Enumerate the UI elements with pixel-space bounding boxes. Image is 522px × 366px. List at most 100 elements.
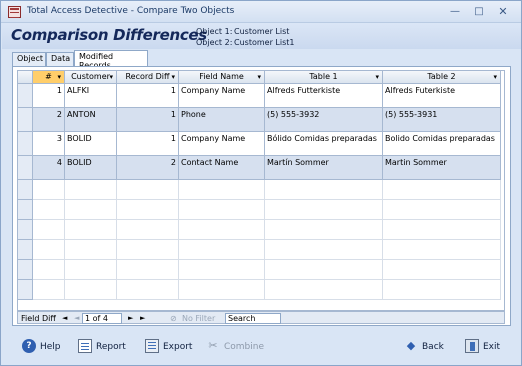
results-datasheet: # ▾ Customer ▾ Record Diff ▾ Field Name ▾ Ta…: [17, 70, 505, 311]
record-navigation-bar: Field Diff ◄ ◄ 1 of 4 ► ► ⊘ No Filter Se…: [17, 311, 505, 324]
combine-button-label: Combine: [224, 342, 265, 352]
table1-filter-arrow-icon[interactable]: ▾: [375, 71, 379, 83]
row-selector[interactable]: [18, 132, 33, 156]
empty-cell: [179, 280, 265, 300]
export-button[interactable]: Export: [145, 338, 193, 355]
cell-num[interactable]: 4: [33, 156, 65, 180]
column-header-num[interactable]: # ▾: [33, 71, 65, 84]
empty-row: [18, 200, 504, 220]
empty-cell: [33, 180, 65, 200]
close-button[interactable]: ✕: [495, 5, 511, 19]
back-arrow-icon: ◆: [406, 338, 416, 352]
maximize-button[interactable]: □: [471, 5, 487, 19]
empty-cell: [33, 260, 65, 280]
empty-cell: [383, 200, 501, 220]
cell-field-name[interactable]: Company Name: [179, 84, 265, 108]
row-selector[interactable]: [18, 84, 33, 108]
next-record-icon[interactable]: ►: [128, 313, 133, 324]
cell-num[interactable]: 2: [33, 108, 65, 132]
cell-table2[interactable]: (5) 555-3931: [383, 108, 501, 132]
cell-customer[interactable]: ANTON: [65, 108, 117, 132]
empty-cell: [179, 180, 265, 200]
cell-customer[interactable]: ALFKI: [65, 84, 117, 108]
empty-cell: [65, 240, 117, 260]
cell-field-name[interactable]: Contact Name: [179, 156, 265, 180]
search-input[interactable]: Search: [225, 313, 281, 324]
object2-value: Customer List1: [234, 38, 295, 47]
help-button[interactable]: ? Help: [22, 338, 61, 355]
cell-table1[interactable]: Martín Sommer: [265, 156, 383, 180]
empty-cell: [383, 180, 501, 200]
object1-value: Customer List: [234, 27, 290, 36]
empty-cell: [179, 220, 265, 240]
empty-row: [18, 260, 504, 280]
back-button[interactable]: ◆ Back: [404, 339, 444, 355]
tab-object[interactable]: Object: [12, 52, 46, 66]
column-header-field-name[interactable]: Field Name ▾: [179, 71, 265, 84]
combine-button[interactable]: ✂ Combine: [206, 339, 264, 355]
prev-record-icon[interactable]: ◄: [74, 313, 79, 324]
field-name-filter-arrow-icon[interactable]: ▾: [257, 71, 261, 83]
cell-table2[interactable]: Martin Sommer: [383, 156, 501, 180]
column-header-num-label: #: [45, 72, 52, 81]
select-all-corner[interactable]: [18, 71, 33, 84]
customer-filter-arrow-icon[interactable]: ▾: [109, 71, 113, 83]
column-header-table1[interactable]: Table 1 ▾: [265, 71, 383, 84]
minimize-button[interactable]: —: [447, 5, 463, 19]
export-button-label: Export: [163, 342, 193, 352]
empty-cell: [33, 200, 65, 220]
cell-field-name[interactable]: Phone: [179, 108, 265, 132]
cell-record-diff[interactable]: 1: [117, 84, 179, 108]
row-selector[interactable]: [18, 108, 33, 132]
cell-num[interactable]: 1: [33, 84, 65, 108]
filter-icon[interactable]: ⊘: [170, 313, 177, 324]
exit-button[interactable]: Exit: [465, 338, 500, 355]
cell-table1[interactable]: Bólido Comidas preparadas: [265, 132, 383, 156]
first-record-icon[interactable]: ◄: [62, 313, 67, 324]
empty-cell: [65, 220, 117, 240]
last-record-icon[interactable]: ►: [140, 313, 145, 324]
tab-data[interactable]: Data: [46, 52, 74, 66]
empty-cell: [117, 180, 179, 200]
column-header-record-diff-label: Record Diff: [125, 72, 170, 81]
cell-record-diff[interactable]: 2: [117, 156, 179, 180]
column-header-record-diff[interactable]: Record Diff ▾: [117, 71, 179, 84]
record-diff-filter-arrow-icon[interactable]: ▾: [171, 71, 175, 83]
cell-field-name[interactable]: Company Name: [179, 132, 265, 156]
cell-record-diff[interactable]: 1: [117, 108, 179, 132]
cell-table1[interactable]: (5) 555-3932: [265, 108, 383, 132]
num-filter-arrow-icon[interactable]: ▾: [57, 71, 61, 83]
column-header-table2[interactable]: Table 2 ▾: [383, 71, 501, 84]
record-number-input[interactable]: 1 of 4: [82, 313, 122, 324]
table-row[interactable]: 1 ALFKI 1 Company Name Alfreds Futterkis…: [18, 84, 504, 108]
empty-cell: [65, 200, 117, 220]
empty-cell: [383, 240, 501, 260]
empty-cell: [179, 200, 265, 220]
cell-table2[interactable]: Alfreds Futerkiste: [383, 84, 501, 108]
tab-panel: # ▾ Customer ▾ Record Diff ▾ Field Name ▾ Ta…: [12, 66, 511, 326]
export-icon: [145, 338, 159, 353]
cell-customer[interactable]: BOLID: [65, 132, 117, 156]
table-row[interactable]: 4 BOLID 2 Contact Name Martín Sommer Mar…: [18, 156, 504, 180]
row-selector: [18, 260, 33, 280]
table-row[interactable]: 2 ANTON 1 Phone (5) 555-3932 (5) 555-393…: [18, 108, 504, 132]
access-app-icon: [8, 6, 21, 18]
column-header-customer[interactable]: Customer ▾: [65, 71, 117, 84]
empty-cell: [383, 260, 501, 280]
cell-table2[interactable]: Bolido Comidas preparadas: [383, 132, 501, 156]
table-row[interactable]: 3 BOLID 1 Company Name Bólido Comidas pr…: [18, 132, 504, 156]
tab-modified-records[interactable]: Modified Records: [74, 50, 148, 70]
empty-cell: [179, 240, 265, 260]
table2-filter-arrow-icon[interactable]: ▾: [493, 71, 497, 83]
no-filter-label[interactable]: No Filter: [182, 313, 215, 324]
row-selector[interactable]: [18, 156, 33, 180]
empty-cell: [383, 220, 501, 240]
cell-table1[interactable]: Alfreds Futterkiste: [265, 84, 383, 108]
report-button[interactable]: Report: [78, 338, 126, 355]
app-window: Total Access Detective - Compare Two Obj…: [0, 0, 522, 366]
cell-record-diff[interactable]: 1: [117, 132, 179, 156]
window-title: Total Access Detective - Compare Two Obj…: [27, 6, 235, 16]
cell-customer[interactable]: BOLID: [65, 156, 117, 180]
cell-num[interactable]: 3: [33, 132, 65, 156]
report-icon: [78, 338, 92, 353]
